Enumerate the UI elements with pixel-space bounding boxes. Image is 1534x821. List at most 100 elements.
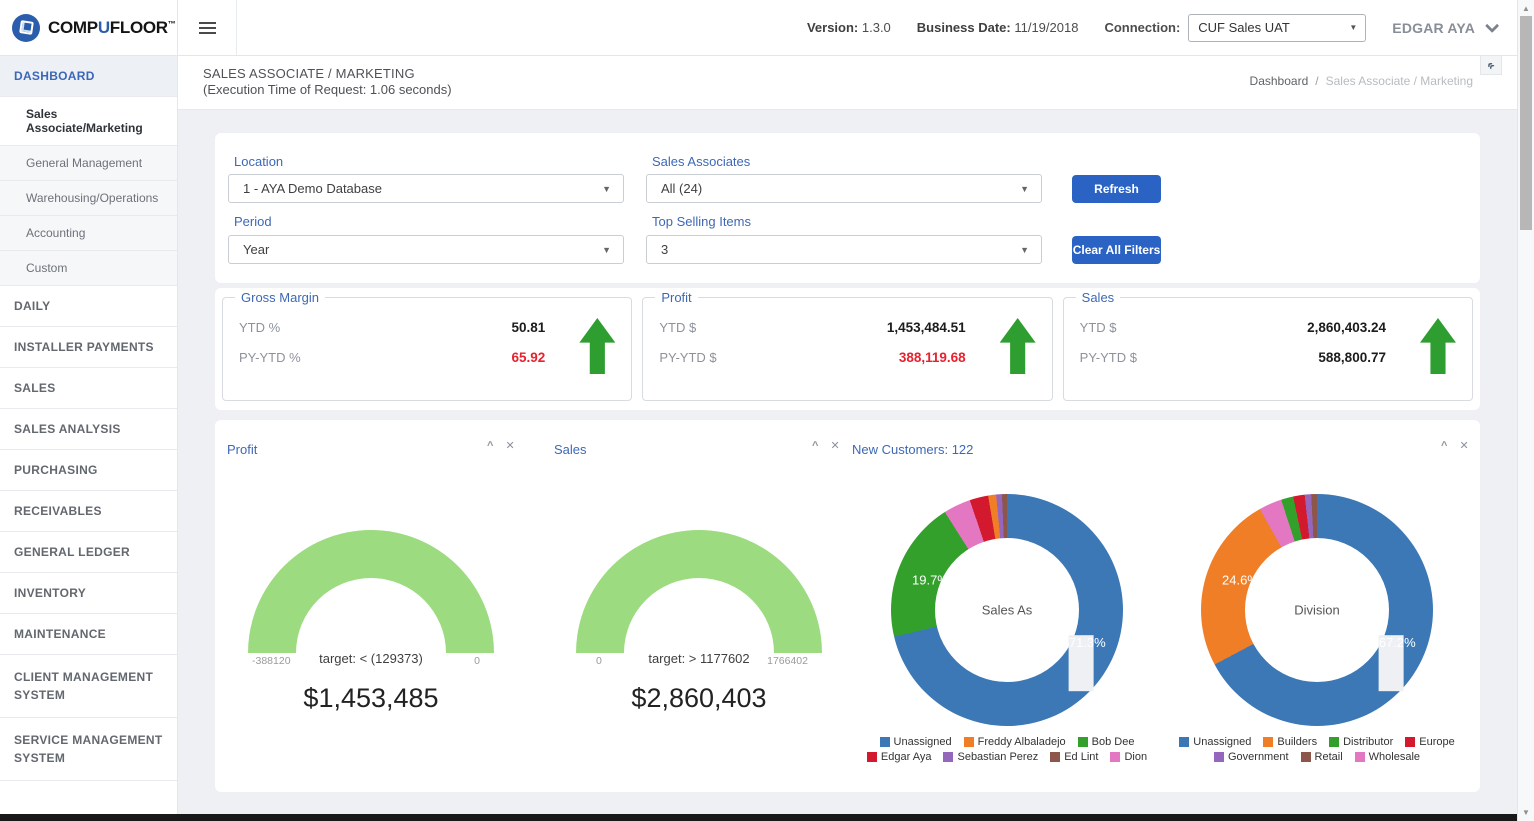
legend-item[interactable]: Europe [1405,736,1454,748]
profit-title: Profit [655,290,697,305]
horizontal-scrollbar[interactable] [0,814,1517,821]
header-right: Version: 1.3.0 Business Date: 11/19/2018… [237,0,1517,55]
sidebar-item-accounting[interactable]: Accounting [0,216,177,250]
breadcrumb-separator: / [1315,74,1318,88]
compufloor-logo-icon [12,14,40,42]
legend-item[interactable]: Sebastian Perez [943,751,1038,763]
legend-swatch [1263,737,1273,747]
gauge-max-label: 1766402 [767,655,808,667]
logo[interactable]: COMPUFLOOR™ [0,0,178,55]
ytd-pct-label: YTD % [239,320,359,335]
sales-associates-label: Sales Associates [652,154,750,169]
legend-item[interactable]: Government [1214,751,1289,763]
py-ytd-pct-label: PY-YTD % [239,350,359,365]
version-info: Version: 1.3.0 [807,20,891,35]
close-icon[interactable]: ✕ [830,441,839,452]
top-selling-items-select[interactable]: 3▼ [646,235,1042,264]
user-menu[interactable]: EDGAR AYA [1392,20,1495,36]
legend-item[interactable]: Bob Dee [1078,736,1135,748]
sidebar-item-sales[interactable]: SALES [0,368,177,408]
collapse-icon[interactable]: ^ [1441,441,1447,452]
scroll-down-icon[interactable]: ▼ [1518,808,1534,817]
scrollbar-thumb[interactable] [1520,16,1532,230]
ytd-pct-value: 50.81 [359,320,615,335]
period-select[interactable]: Year▼ [228,235,624,264]
select-caret-icon: ▼ [602,245,611,255]
sidebar-item-sales-analysis[interactable]: SALES ANALYSIS [0,409,177,449]
collapse-corner-button[interactable]: « [1480,55,1502,75]
connection-select[interactable]: CUF Sales UAT ▼ [1188,14,1366,42]
sidebar-item-client-management-system[interactable]: CLIENT MANAGEMENT SYSTEM [0,655,177,717]
legend-item[interactable]: Edgar Aya [867,751,932,763]
refresh-button[interactable]: Refresh [1072,175,1161,203]
menu-toggle-button[interactable] [178,0,237,55]
legend-item[interactable]: Dion [1110,751,1147,763]
breadcrumb-current: Sales Associate / Marketing [1326,74,1473,88]
vertical-scrollbar[interactable]: ▲ ▼ [1517,0,1534,821]
legend-swatch [1078,737,1088,747]
legend-swatch [1301,752,1311,762]
legend-swatch [1329,737,1339,747]
legend-item[interactable]: Wholesale [1355,751,1420,763]
location-dropdown[interactable]: 1 - AYA Demo Database▼ [228,174,624,203]
collapse-icon[interactable]: ^ [812,441,818,452]
sidebar-item-service-management-system[interactable]: SERVICE MANAGEMENT SYSTEM [0,718,177,780]
sales-card: Sales YTD $2,860,403.24 PY-YTD $588,800.… [1063,297,1473,401]
sales-associates-dropdown[interactable]: All (24)▼ [646,174,1042,203]
legend-item[interactable]: Unassigned [880,736,952,748]
gauge-max-label: 0 [474,655,480,667]
close-icon[interactable]: ✕ [1459,441,1468,452]
chevron-down-icon: ▼ [602,184,611,194]
app-window: COMPUFLOOR™ Version: 1.3.0 Business Date… [0,0,1534,821]
legend-swatch [1050,752,1060,762]
close-icon[interactable]: ✕ [505,441,514,452]
legend-item[interactable]: Distributor [1329,736,1393,748]
sidebar-item-inventory[interactable]: INVENTORY [0,573,177,613]
ytd-dollar-label: YTD $ [1080,320,1200,335]
sales-as-legend: Unassigned Freddy Albaladejo Bob Dee Edg… [848,736,1166,763]
legend-item[interactable]: Unassigned [1179,736,1251,748]
legend-item[interactable]: Freddy Albaladejo [964,736,1066,748]
ytd-dollar-value: 2,860,403.24 [1200,320,1456,335]
legend-item[interactable]: Builders [1263,736,1317,748]
scroll-up-icon[interactable]: ▲ [1518,4,1534,13]
legend-swatch [943,752,953,762]
top-selling-items-label: Top Selling Items [652,214,751,229]
legend-item[interactable]: Retail [1301,751,1343,763]
sidebar-item-sales-associate-marketing[interactable]: Sales Associate/Marketing [0,97,177,145]
slice-percent-label: 67.2% [1379,636,1404,692]
sidebar-item-daily[interactable]: DAILY [0,286,177,326]
sidebar-item-general-ledger[interactable]: GENERAL LEDGER [0,532,177,572]
sidebar-item-purchasing[interactable]: PURCHASING [0,450,177,490]
breadcrumb-dashboard[interactable]: Dashboard [1250,74,1309,88]
sales-as-donut-chart[interactable]: Sales As 71.3% 19.7% [891,494,1123,726]
legend-item[interactable]: Ed Lint [1050,751,1098,763]
py-ytd-pct-value: 65.92 [359,350,615,365]
division-donut-chart[interactable]: Division 67.2% 24.6% [1201,494,1433,726]
chevron-down-icon [1485,18,1499,32]
donut-center-label: Division [1294,603,1340,618]
corner-collapse-icon: « [1484,58,1497,71]
sidebar-item-receivables[interactable]: RECEIVABLES [0,491,177,531]
sales-title: Sales [1076,290,1121,305]
sidebar-item-dashboard[interactable]: DASHBOARD [0,56,177,96]
business-date-info: Business Date: 11/19/2018 [917,20,1079,35]
sidebar-item-custom[interactable]: Custom [0,251,177,285]
slice-percent-label: 71.3% [1069,636,1094,692]
py-ytd-dollar-value: 388,119.68 [779,350,1035,365]
sidebar-item-general-management[interactable]: General Management [0,146,177,180]
sidebar-item-warehousing-operations[interactable]: Warehousing/Operations [0,181,177,215]
top-header: COMPUFLOOR™ Version: 1.3.0 Business Date… [0,0,1517,56]
collapse-icon[interactable]: ^ [487,441,493,452]
content-header: SALES ASSOCIATE / MARKETING (Execution T… [178,56,1517,110]
slice-percent-label: 24.6% [1222,572,1259,587]
sidebar-item-installer-payments[interactable]: INSTALLER PAYMENTS [0,327,177,367]
profit-gauge-chart [248,530,494,653]
chevron-down-icon: ▼ [1020,184,1029,194]
clear-all-filters-button[interactable]: Clear All Filters [1072,236,1161,264]
profit-card: Profit YTD $1,453,484.51 PY-YTD $388,119… [642,297,1052,401]
legend-swatch [1179,737,1189,747]
sidebar-item-maintenance[interactable]: MAINTENANCE [0,614,177,654]
py-ytd-dollar-value: 588,800.77 [1200,350,1456,365]
profit-gauge-value: $1,453,485 [248,683,494,714]
